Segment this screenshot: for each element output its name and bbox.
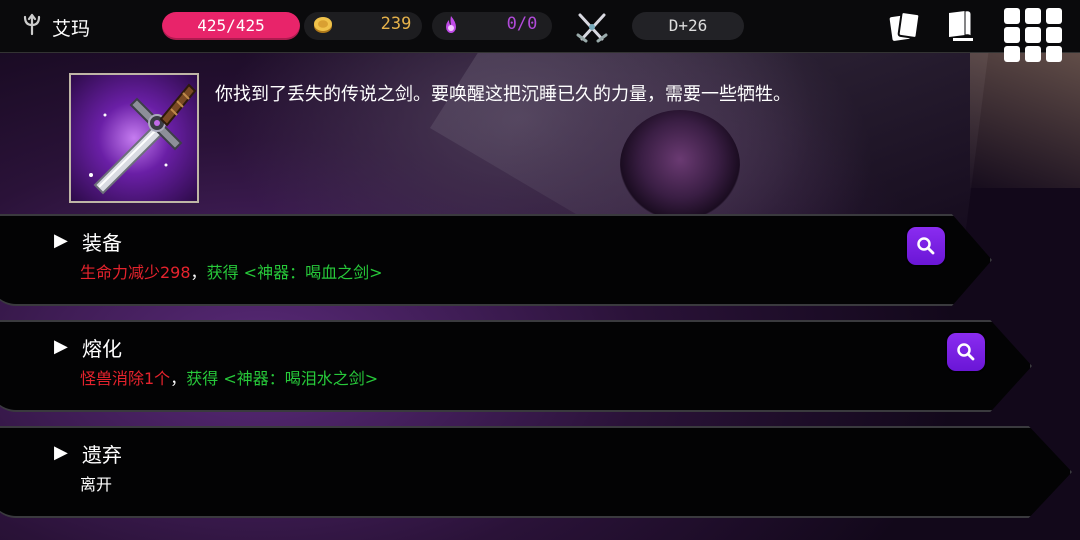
gold-count: 239 — [380, 14, 412, 34]
depth-indicator: D+26 — [632, 12, 744, 40]
option-melt[interactable]: ▶ 熔化 怪兽消除1个，获得 <神器：喝泪水之剑> — [0, 320, 1032, 412]
top-bar: 艾玛 425/425 239 0/0 D+26 — [0, 0, 1080, 62]
souls-count: 0/0 — [506, 14, 538, 34]
coin-icon — [314, 17, 332, 33]
crossed-swords-icon — [576, 13, 608, 43]
option-reward-prefix: 获得 — [206, 263, 239, 282]
sword-icon — [89, 83, 197, 195]
grid-menu-icon[interactable] — [1004, 8, 1064, 68]
play-arrow-icon: ▶ — [54, 336, 68, 357]
trident-icon — [23, 13, 41, 36]
background-ornament — [970, 48, 1080, 188]
option-cost: 怪兽消除1个 — [80, 369, 171, 388]
option-reward-prefix: 获得 — [186, 369, 219, 388]
option-cost: 生命力减少298 — [80, 263, 191, 282]
event-description: 你找到了丢失的传说之剑。要唤醒这把沉睡已久的力量，需要一些牺牲。 — [215, 84, 791, 105]
option-separator: ， — [190, 263, 207, 282]
option-reward: <神器：喝血之剑> — [243, 263, 383, 282]
option-description: 生命力减少298，获得 <神器：喝血之剑> — [80, 259, 383, 283]
option-separator: ， — [170, 369, 187, 388]
option-abandon[interactable]: ▶ 遗弃 离开 — [0, 426, 1072, 518]
background-eye — [620, 110, 740, 220]
option-title: 熔化 — [82, 337, 122, 361]
option-description: 离开 — [80, 475, 113, 494]
play-arrow-icon: ▶ — [54, 230, 68, 251]
option-title: 装备 — [82, 231, 122, 255]
hp-bar: 425/425 — [162, 12, 300, 40]
option-equip[interactable]: ▶ 装备 生命力减少298，获得 <神器：喝血之剑> — [0, 214, 992, 306]
play-arrow-icon: ▶ — [54, 442, 68, 463]
option-panel — [0, 426, 1072, 518]
inspect-melt-button[interactable] — [947, 333, 985, 371]
soul-flame-icon — [446, 16, 456, 33]
map-icon[interactable] — [944, 8, 978, 42]
magnifier-icon — [917, 237, 935, 255]
legendary-sword-image — [69, 73, 199, 203]
option-reward: <神器：喝泪水之剑> — [223, 369, 379, 388]
option-description: 怪兽消除1个，获得 <神器：喝泪水之剑> — [80, 365, 378, 389]
magnifier-icon — [957, 343, 975, 361]
inspect-equip-button[interactable] — [907, 227, 945, 265]
option-title: 遗弃 — [82, 443, 122, 467]
hero-name: 艾玛 — [52, 18, 91, 40]
cards-icon[interactable] — [888, 10, 922, 42]
